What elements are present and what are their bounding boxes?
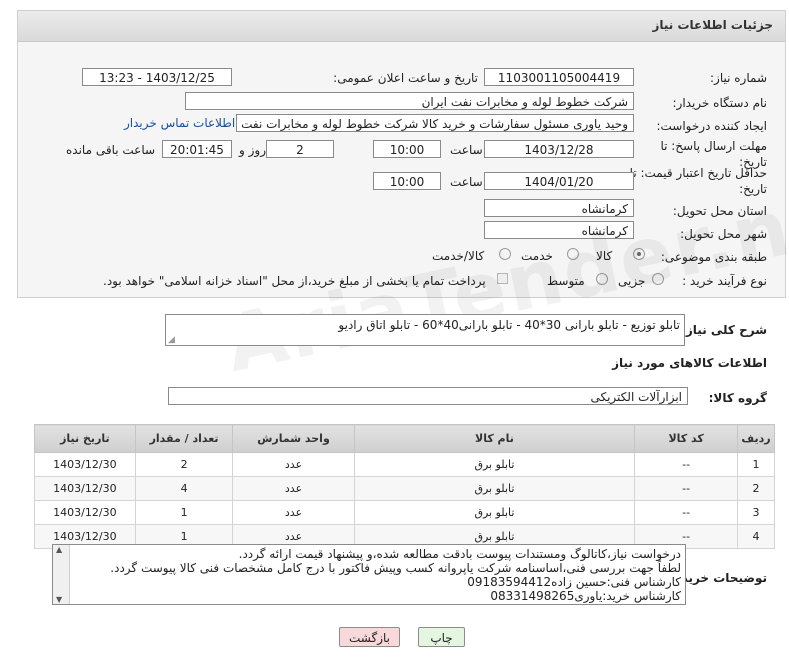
cell-goods-name: تابلو برق [353,452,636,477]
announce-datetime-label: تاریخ و ساعت اعلان عمومی: [333,71,478,85]
notes-scrollbar[interactable]: ▲ ▼ [53,545,70,604]
back-button[interactable]: بازگشت [339,627,400,647]
remaining-label: ساعت باقی مانده [66,143,156,157]
cell-unit: عدد [232,452,355,477]
panel-title: جزئیات اطلاعات نیاز [652,18,773,32]
resize-grip-icon[interactable]: ◢ [168,335,175,345]
col-header-unit: واحد شمارش [232,424,355,453]
description-textarea[interactable]: تابلو توزیع - تابلو بارانی 30*40 - تابلو… [165,314,685,346]
scroll-down-icon[interactable]: ▼ [56,595,62,604]
cell-unit: عدد [232,476,355,501]
buyer-notes-text: درخواست نیاز،کاتالوگ ومستندات پیوست بادق… [110,547,681,603]
col-header-quantity: تعداد / مقدار [134,424,234,453]
table-row[interactable]: 2 -- تابلو برق عدد 4 1403/12/30 [34,476,775,501]
cell-goods-code: -- [634,452,738,477]
cell-need-date: 1403/12/30 [34,500,136,525]
description-label: شرح کلی نیاز: [681,323,767,337]
price-validity-date-field[interactable]: 1404/01/20 [484,172,634,190]
cell-quantity: 2 [134,452,234,477]
cell-unit: عدد [232,500,355,525]
price-validity-time-field[interactable]: 10:00 [373,172,441,190]
days-label: روز و [239,143,266,157]
table-header-row: ردیف کد کالا نام کالا واحد شمارش تعداد /… [34,424,775,453]
goods-group-field[interactable]: ابزارآلات الکتریکی [168,387,688,405]
buyer-note-line: کارشناس خرید:یاوری08331498265 [490,589,681,603]
cell-goods-code: -- [634,476,738,501]
cell-goods-name: تابلو برق [353,500,636,525]
cell-need-date: 1403/12/30 [34,452,136,477]
cell-row-number: 1 [737,452,775,477]
requester-label: ایجاد کننده درخواست: [656,119,767,133]
cell-quantity: 4 [134,476,234,501]
panel-header: جزئیات اطلاعات نیاز [18,11,785,42]
goods-group-label: گروه کالا: [708,391,767,405]
requester-field[interactable]: وحید یاوری مسئول سفارشات و خرید کالا شرک… [236,114,634,132]
need-number-field[interactable]: 1103001105004419 [484,68,634,86]
cell-row-number: 3 [737,500,775,525]
cell-row-number: 2 [737,476,775,501]
need-number-label: شماره نیاز: [710,71,767,85]
cell-need-date: 1403/12/30 [34,476,136,501]
buyer-org-label: نام دستگاه خریدار: [672,96,768,110]
reply-time-label: ساعت [450,143,483,157]
cell-quantity: 1 [134,500,234,525]
table-row[interactable]: 3 -- تابلو برق عدد 1 1403/12/30 [34,500,775,525]
reply-time-field[interactable]: 10:00 [373,140,441,158]
description-text: تابلو توزیع - تابلو بارانی 30*40 - تابلو… [338,318,680,332]
remaining-time-field[interactable]: 20:01:45 [162,140,232,158]
buyer-note-line: کارشناس فنی:حسین زاده09183594412 [467,575,681,589]
days-count-field[interactable]: 2 [266,140,334,158]
table-row[interactable]: 1 -- تابلو برق عدد 2 1403/12/30 [34,452,775,477]
reply-date-field[interactable]: 1403/12/28 [484,140,634,158]
buyer-note-line: لطفاً جهت بررسی فنی،اساسنامه شرکت یاپروا… [110,561,681,575]
buyer-contact-link[interactable]: اطلاعات تماس خریدار [124,116,235,130]
buyer-note-line: درخواست نیاز،کاتالوگ ومستندات پیوست بادق… [238,547,681,561]
cell-goods-name: تابلو برق [353,476,636,501]
col-header-goods-code: کد کالا [634,424,738,453]
cell-row-number: 4 [737,524,775,549]
buyer-notes-textarea[interactable]: ▲ ▼ درخواست نیاز،کاتالوگ ومستندات پیوست … [52,544,686,605]
col-header-row-number: ردیف [737,424,775,453]
buyer-org-field[interactable]: شرکت خطوط لوله و مخابرات نفت ایران [185,92,634,110]
province-field[interactable]: کرمانشاه [484,199,634,217]
print-button[interactable]: چاپ [418,627,465,647]
goods-table: ردیف کد کالا نام کالا واحد شمارش تعداد /… [34,424,775,549]
scroll-up-icon[interactable]: ▲ [56,545,62,554]
price-validity-time-label: ساعت [450,175,483,189]
goods-section-title: اطلاعات کالاهای مورد نیاز [612,356,767,370]
col-header-need-date: تاریخ نیاز [34,424,136,453]
cell-goods-code: -- [634,500,738,525]
announce-datetime-field[interactable]: 1403/12/25 - 13:23 [82,68,232,86]
col-header-goods-name: نام کالا [353,424,636,453]
